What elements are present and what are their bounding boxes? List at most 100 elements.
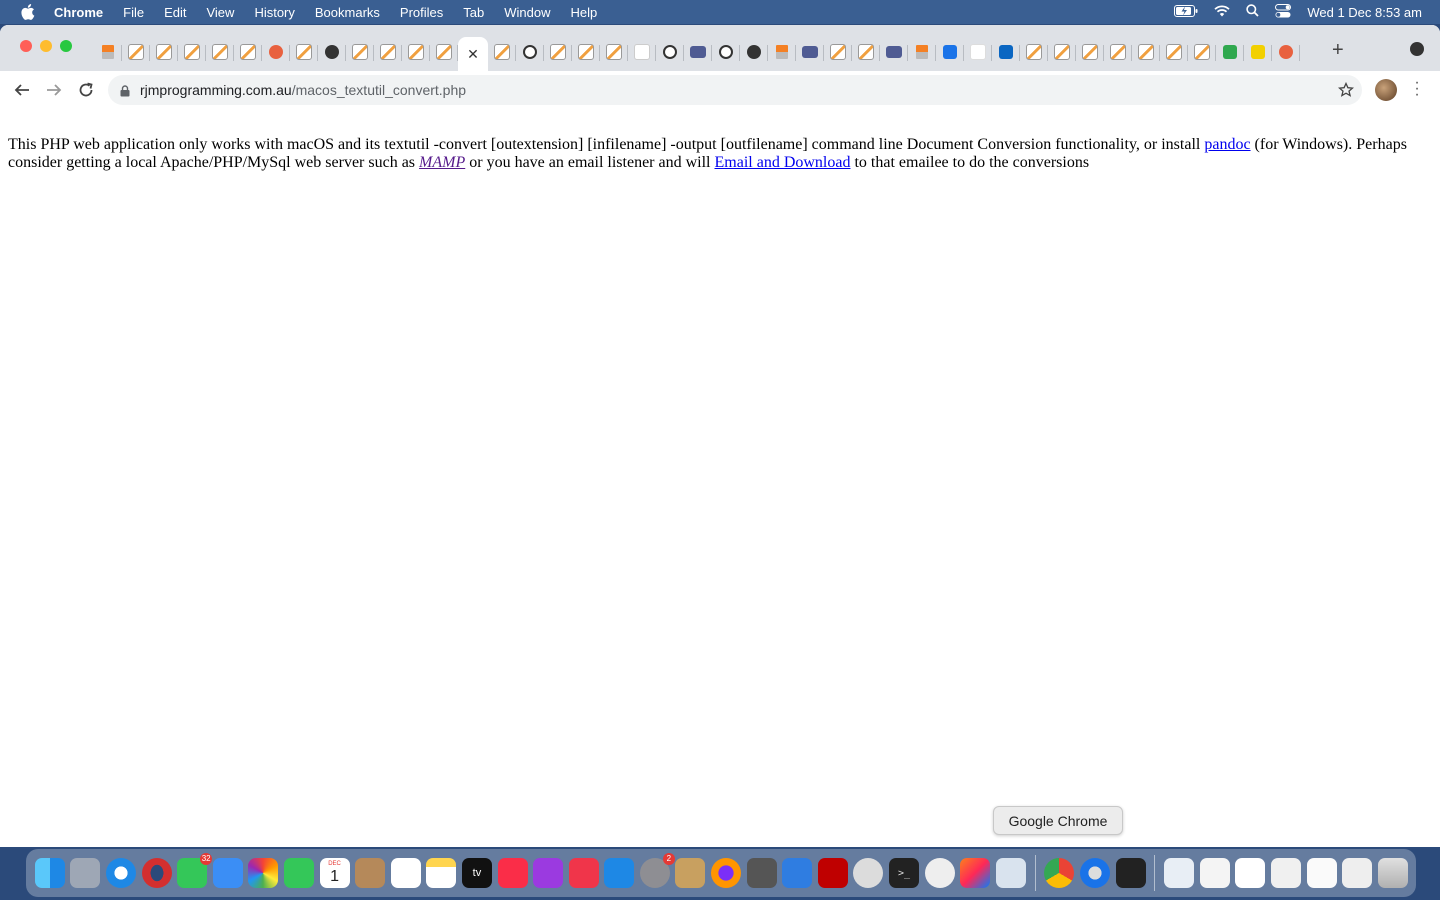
menu-profiles[interactable]: Profiles bbox=[400, 5, 443, 20]
email-and-download-link[interactable]: Email and Download bbox=[715, 154, 851, 171]
browser-tab[interactable] bbox=[516, 37, 544, 67]
menu-window[interactable]: Window bbox=[504, 5, 550, 20]
calculator-icon[interactable] bbox=[746, 858, 777, 888]
preview-icon[interactable] bbox=[995, 858, 1026, 888]
control-center-icon[interactable] bbox=[1275, 3, 1292, 21]
pandoc-link[interactable]: pandoc bbox=[1204, 136, 1250, 153]
minimize-window-button[interactable] bbox=[40, 40, 52, 52]
new-tab-button[interactable]: + bbox=[1332, 39, 1344, 62]
podcasts-icon[interactable] bbox=[533, 858, 564, 888]
browser-tab[interactable] bbox=[656, 37, 684, 67]
menu-view[interactable]: View bbox=[206, 5, 234, 20]
calendar-icon[interactable]: DEC 1 bbox=[319, 858, 350, 888]
active-tab[interactable]: ✕ bbox=[458, 37, 488, 71]
browser-tab[interactable] bbox=[1188, 37, 1216, 67]
battery-icon[interactable] bbox=[1174, 4, 1198, 20]
browser-tab[interactable] bbox=[712, 37, 740, 67]
browser-tab[interactable] bbox=[1272, 37, 1300, 67]
lock-icon[interactable] bbox=[120, 84, 130, 97]
app-store-icon[interactable] bbox=[604, 858, 635, 888]
spotlight-search-icon[interactable] bbox=[1246, 4, 1259, 20]
safari-icon[interactable] bbox=[105, 858, 136, 888]
forward-button[interactable] bbox=[40, 76, 68, 104]
browser-tab[interactable] bbox=[992, 37, 1020, 67]
address-bar[interactable]: rjmprogramming.com.au/macos_textutil_con… bbox=[108, 75, 1362, 105]
browser-tab[interactable] bbox=[936, 37, 964, 67]
window-thumbnail-5[interactable] bbox=[1342, 858, 1373, 888]
menu-history[interactable]: History bbox=[254, 5, 294, 20]
window-thumbnail-3[interactable] bbox=[1270, 858, 1301, 888]
launchpad-icon[interactable] bbox=[70, 858, 101, 888]
window-thumbnail-2[interactable] bbox=[1235, 858, 1266, 888]
opera-icon[interactable] bbox=[141, 858, 172, 888]
browser-tab[interactable] bbox=[150, 37, 178, 67]
menu-tab[interactable]: Tab bbox=[463, 5, 484, 20]
zoom-window-button[interactable] bbox=[60, 40, 72, 52]
messages-icon[interactable]: 32 bbox=[177, 853, 213, 888]
browser-tab[interactable] bbox=[430, 37, 458, 67]
downloads-stack-icon[interactable] bbox=[1164, 858, 1195, 888]
close-window-button[interactable] bbox=[20, 40, 32, 52]
menu-help[interactable]: Help bbox=[571, 5, 598, 20]
profile-avatar[interactable] bbox=[1375, 79, 1397, 101]
window-thumbnail-1[interactable] bbox=[1199, 858, 1230, 888]
browser-tab[interactable] bbox=[1160, 37, 1188, 67]
browser-tab[interactable] bbox=[374, 37, 402, 67]
window-thumbnail-4[interactable] bbox=[1306, 858, 1337, 888]
browser-tab[interactable] bbox=[234, 37, 262, 67]
notes-icon[interactable] bbox=[426, 858, 457, 888]
trash-icon[interactable] bbox=[1377, 858, 1408, 888]
terminal-icon[interactable]: >_ bbox=[889, 858, 920, 888]
browser-tab[interactable] bbox=[544, 37, 572, 67]
music-icon[interactable] bbox=[497, 858, 528, 888]
bookmark-star-icon[interactable] bbox=[1337, 81, 1355, 103]
browser-tab[interactable] bbox=[290, 37, 318, 67]
browser-tab[interactable] bbox=[964, 37, 992, 67]
sequel-pro-icon[interactable] bbox=[924, 858, 955, 888]
browser-tab[interactable] bbox=[94, 37, 122, 67]
news-icon[interactable] bbox=[568, 858, 599, 888]
browser-tab[interactable] bbox=[880, 37, 908, 67]
bbedit-icon[interactable] bbox=[853, 858, 884, 888]
browser-tab[interactable] bbox=[1216, 37, 1244, 67]
browser-tab[interactable] bbox=[206, 37, 234, 67]
browser-tab[interactable] bbox=[684, 37, 712, 67]
browser-tab[interactable] bbox=[346, 37, 374, 67]
photos-icon[interactable] bbox=[248, 858, 279, 888]
browser-tab[interactable] bbox=[628, 37, 656, 67]
wifi-icon[interactable] bbox=[1214, 4, 1230, 20]
menubar-clock[interactable]: Wed 1 Dec 8:53 am bbox=[1307, 5, 1422, 20]
facetime-icon[interactable] bbox=[283, 858, 314, 888]
browser-tab[interactable] bbox=[1104, 37, 1132, 67]
apple-tv-icon[interactable]: tv bbox=[461, 858, 492, 888]
browser-tab[interactable] bbox=[740, 37, 768, 67]
chess-icon[interactable] bbox=[675, 858, 706, 888]
reload-button[interactable] bbox=[72, 76, 100, 104]
apple-icon[interactable] bbox=[20, 4, 36, 20]
browser-tab[interactable] bbox=[796, 37, 824, 67]
browser-tab[interactable] bbox=[318, 37, 346, 67]
filezilla-icon[interactable] bbox=[817, 858, 848, 888]
browser-tab[interactable] bbox=[1020, 37, 1048, 67]
intellij-icon[interactable] bbox=[960, 858, 991, 888]
console-icon[interactable] bbox=[1115, 858, 1146, 888]
close-tab-icon[interactable]: ✕ bbox=[467, 46, 479, 63]
chrome-menu-icon[interactable]: · · · bbox=[1412, 75, 1422, 103]
browser-tab[interactable] bbox=[852, 37, 880, 67]
contacts-icon[interactable] bbox=[355, 858, 386, 888]
browser-tab[interactable] bbox=[1244, 37, 1272, 67]
back-button[interactable] bbox=[8, 76, 36, 104]
menu-edit[interactable]: Edit bbox=[164, 5, 186, 20]
reminders-icon[interactable] bbox=[390, 858, 421, 888]
browser-tab[interactable] bbox=[402, 37, 430, 67]
xcode-icon[interactable] bbox=[782, 858, 813, 888]
mail-icon[interactable] bbox=[212, 858, 243, 888]
browser-tab[interactable] bbox=[1132, 37, 1160, 67]
chrome-icon[interactable] bbox=[1044, 858, 1075, 888]
browser-tab[interactable] bbox=[1048, 37, 1076, 67]
browser-tab[interactable] bbox=[824, 37, 852, 67]
mamp-link[interactable]: MAMP bbox=[419, 154, 465, 171]
firefox-icon[interactable] bbox=[711, 858, 742, 888]
browser-tab[interactable] bbox=[768, 37, 796, 67]
menu-bookmarks[interactable]: Bookmarks bbox=[315, 5, 380, 20]
